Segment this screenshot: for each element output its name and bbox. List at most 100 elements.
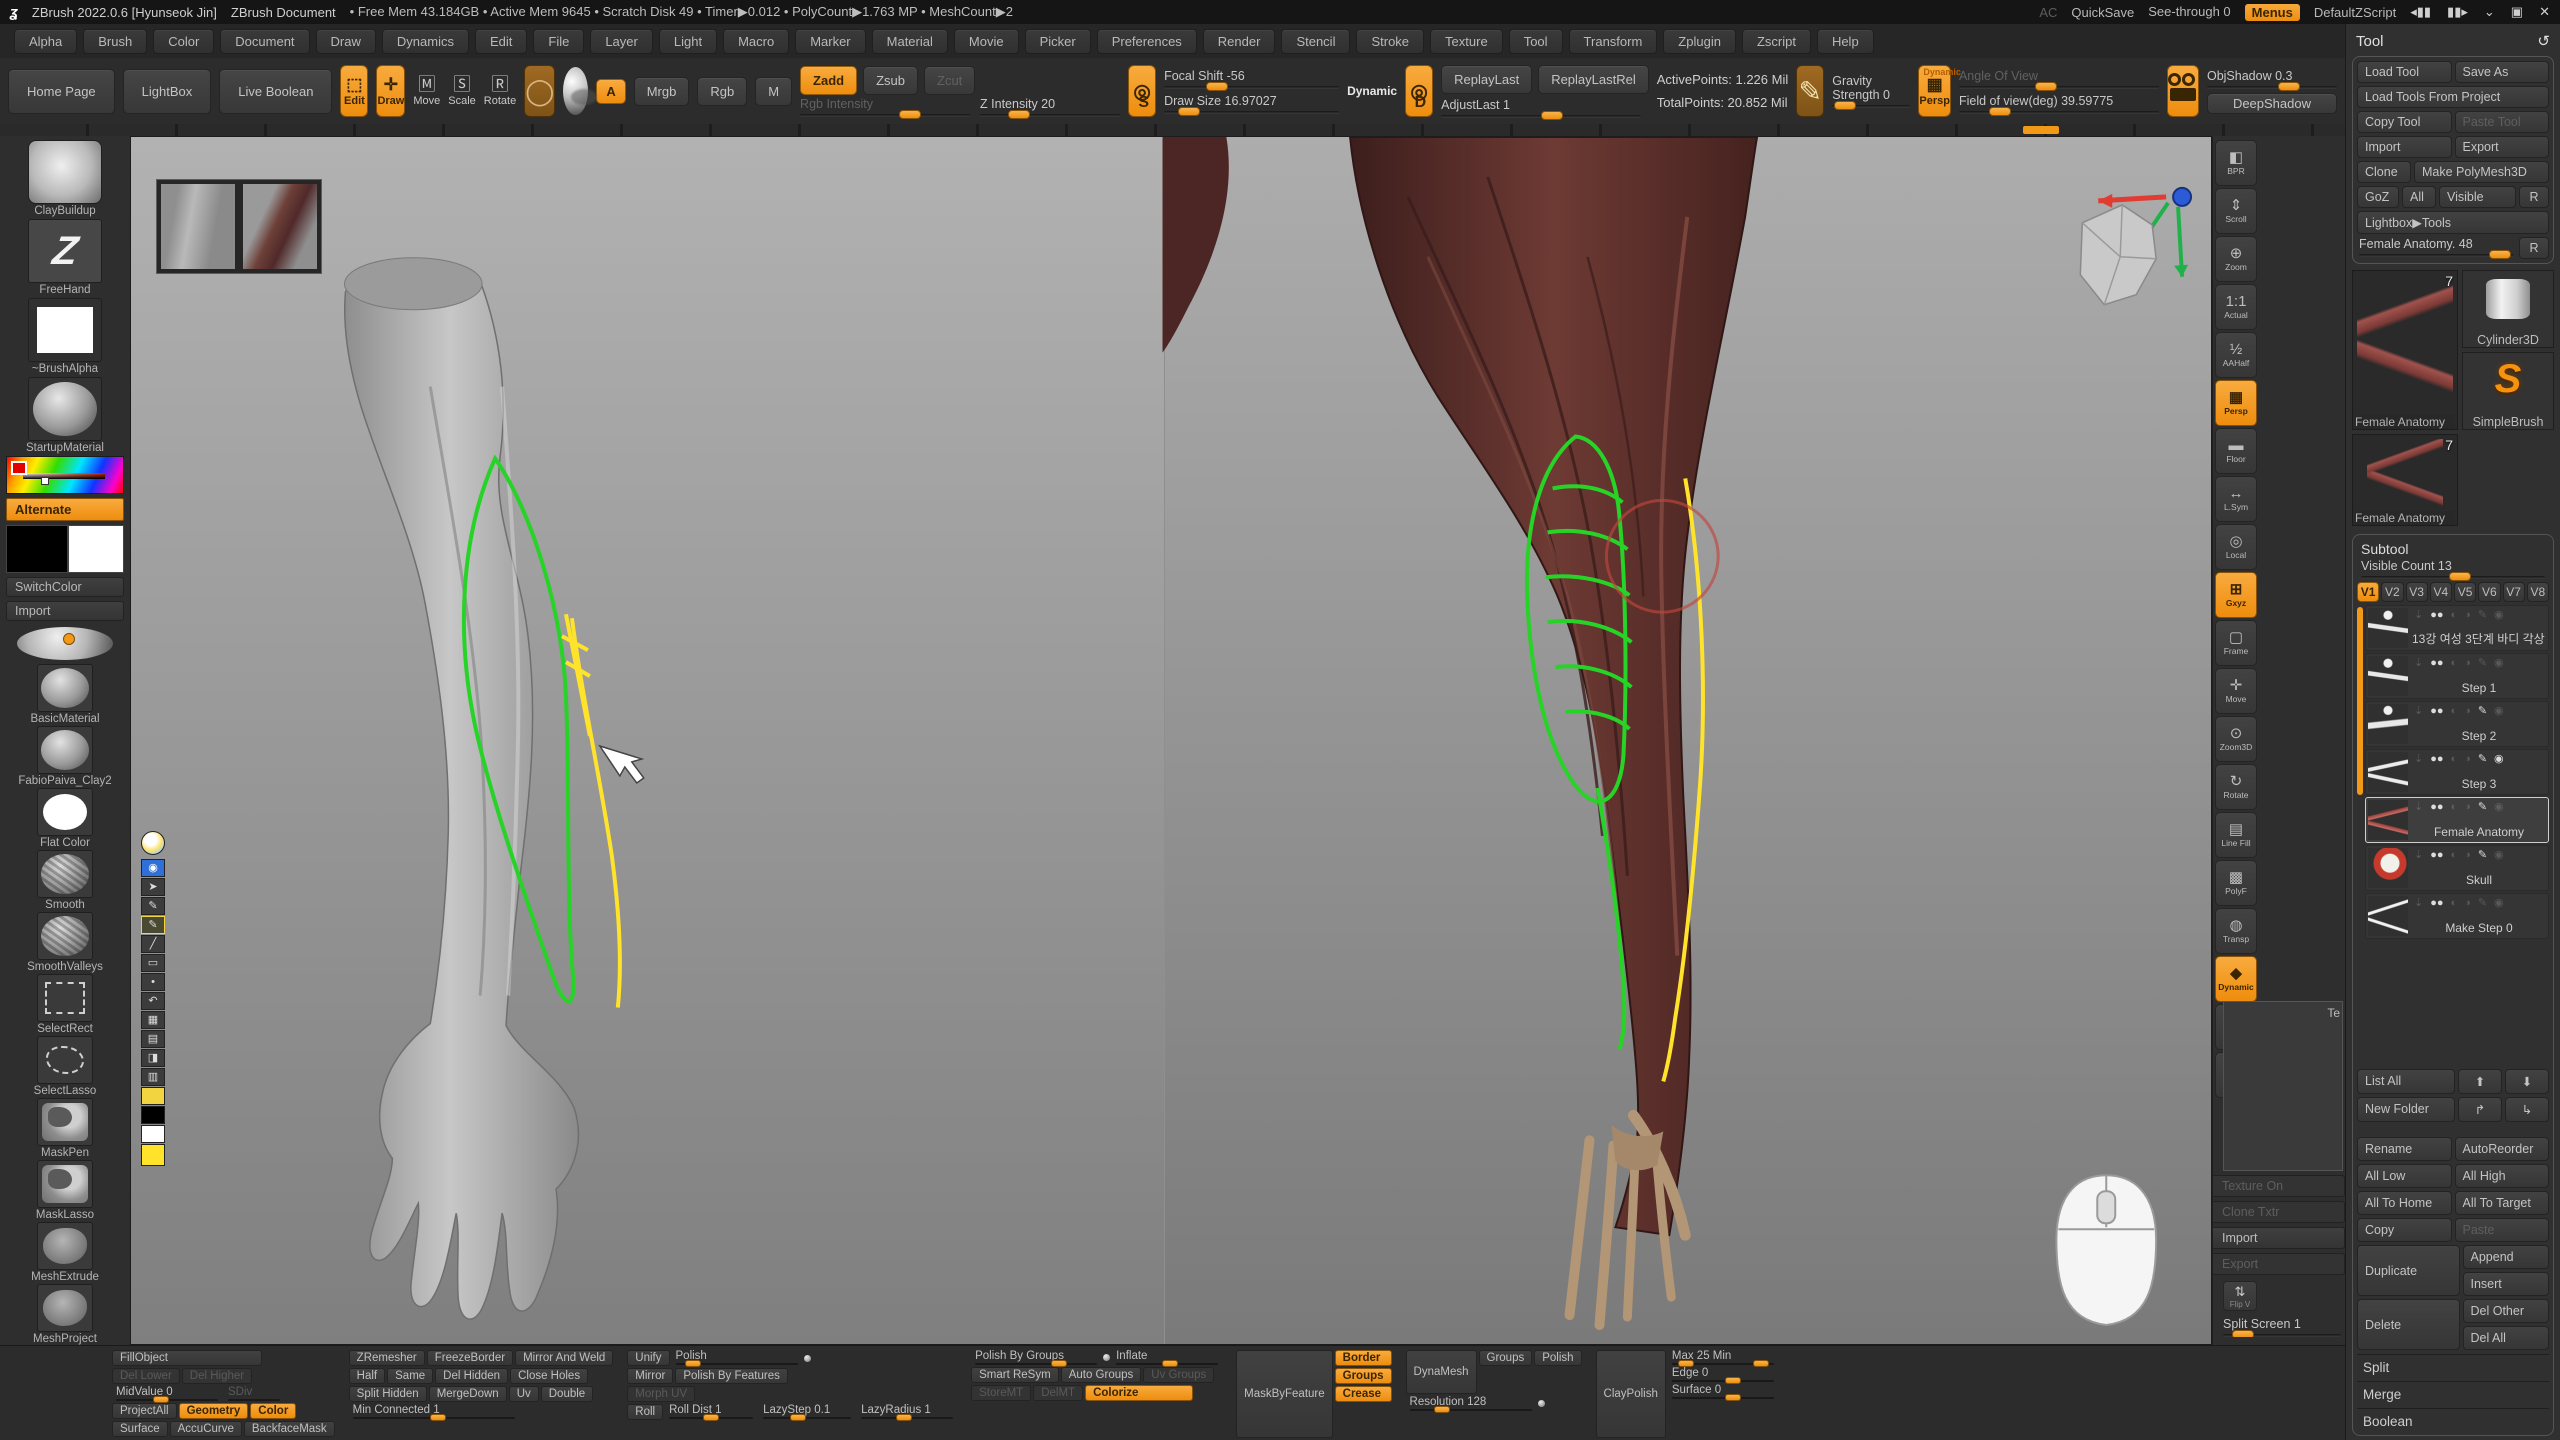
tool-import-button[interactable]: Import <box>2357 136 2452 158</box>
all-high-button[interactable]: All High <box>2455 1164 2550 1188</box>
uv-groups-button[interactable]: Uv Groups <box>1143 1367 1214 1383</box>
all-to-target-button[interactable]: All To Target <box>2455 1191 2550 1215</box>
shelf-toggle[interactable]: ↻ Rotate <box>2215 764 2257 810</box>
list-all-button[interactable]: List All <box>2357 1069 2455 1094</box>
visibility-eye-icon[interactable]: ◉ <box>2494 704 2504 717</box>
divider-left-icon[interactable]: ◂▮▮ <box>2410 4 2431 20</box>
menu-item[interactable]: Layer <box>590 29 653 54</box>
mrgb-button[interactable]: Mrgb <box>634 77 690 106</box>
boolean-section-header[interactable]: Boolean <box>2357 1408 2549 1431</box>
movie-camera-button[interactable] <box>2167 65 2199 117</box>
uv-icon[interactable]: ◐ <box>2451 897 2458 909</box>
screenshot-button[interactable]: ▤ <box>141 1030 165 1048</box>
tray-item[interactable]: SelectLasso <box>5 1036 125 1097</box>
del-other-button[interactable]: Del Other <box>2463 1299 2550 1323</box>
append-button[interactable]: Append <box>2463 1245 2550 1269</box>
shelf-toggle[interactable]: ▬ Floor <box>2215 428 2257 474</box>
merge-section-header[interactable]: Merge <box>2357 1381 2549 1404</box>
see-through-slider[interactable]: See-through 0 <box>2148 4 2230 21</box>
dynamesh-polish-button[interactable]: Polish <box>1534 1350 1581 1366</box>
version-tab[interactable]: V6 <box>2478 582 2500 602</box>
shelf-toggle[interactable]: 1:1 Actual <box>2215 284 2257 330</box>
angle-of-view-slider[interactable]: Angle Of View <box>1959 69 2159 89</box>
tray-item[interactable]: FreeHand <box>5 219 125 296</box>
tray-item[interactable]: MaskLasso <box>5 1160 125 1221</box>
board-button[interactable]: ▥ <box>141 1068 165 1086</box>
sculpt-brush-icon[interactable]: ✎ <box>2478 656 2487 669</box>
drag-handle-icon[interactable]: ⇣ <box>2414 704 2423 717</box>
displacement-icon[interactable]: ◑ <box>2464 849 2471 861</box>
crease-button[interactable]: Crease <box>1335 1386 1392 1402</box>
menu-item[interactable]: Picker <box>1025 29 1091 54</box>
tray-thumbnail[interactable] <box>28 377 102 441</box>
insert-button[interactable]: Insert <box>2463 1272 2550 1296</box>
clear-button[interactable]: ▦ <box>141 1011 165 1029</box>
goz-button[interactable]: GoZ <box>2357 186 2399 208</box>
polypaint-icon[interactable]: ●● <box>2430 753 2443 765</box>
sculpt-brush-icon[interactable]: ✎ <box>2478 800 2487 813</box>
drag-handle-icon[interactable]: ⇣ <box>2414 752 2423 765</box>
tool-export-button[interactable]: Export <box>2455 136 2550 158</box>
polypaint-icon[interactable]: ●● <box>2430 657 2443 669</box>
fov-slider[interactable]: Field of view(deg) 39.59775 <box>1959 94 2159 114</box>
project-all-button[interactable]: ProjectAll <box>112 1403 177 1419</box>
uv-icon[interactable]: ◐ <box>2451 657 2458 669</box>
split-screen-slider[interactable]: Split Screen 1 <box>2223 1317 2341 1337</box>
shelf-toggle[interactable]: ◧ BPR <box>2215 140 2257 186</box>
double-button[interactable]: Double <box>541 1386 593 1402</box>
m-button[interactable]: M <box>755 77 792 106</box>
tray-item[interactable]: Flat Color <box>5 788 125 849</box>
menu-item[interactable]: Material <box>872 29 948 54</box>
tray-thumbnail[interactable] <box>37 788 93 836</box>
del-all-button[interactable]: Del All <box>2463 1326 2550 1350</box>
morph-uv-button[interactable]: Morph UV <box>627 1386 695 1402</box>
menu-item[interactable]: Transform <box>1569 29 1658 54</box>
menu-item[interactable]: Document <box>220 29 309 54</box>
tray-thumbnail[interactable] <box>37 1160 93 1208</box>
storemt-button[interactable]: StoreMT <box>971 1385 1031 1401</box>
move-button[interactable]: 🄼 Move <box>413 65 440 117</box>
focal-shift-slider[interactable]: Focal Shift -56 <box>1164 69 1339 89</box>
uv-icon[interactable]: ◐ <box>2451 609 2458 621</box>
edit-button[interactable]: ⬚ Edit <box>340 65 368 117</box>
version-tab[interactable]: V7 <box>2503 582 2525 602</box>
menu-item[interactable]: Macro <box>723 29 789 54</box>
menu-item[interactable]: Color <box>153 29 214 54</box>
geometry-button[interactable]: Geometry <box>179 1403 249 1419</box>
persp-button[interactable]: Dynamic ▦ Persp <box>1918 65 1951 117</box>
version-tab[interactable]: V1 <box>2357 582 2379 602</box>
tray-item[interactable]: StartupMaterial <box>5 377 125 454</box>
gravity-strength-slider[interactable]: Gravity Strength 0 <box>1832 74 1910 108</box>
tray-item[interactable]: MeshExtrude <box>5 1222 125 1283</box>
document-preview-thumbnail[interactable] <box>156 179 322 274</box>
default-zscript-button[interactable]: DefaultZScript <box>2314 5 2396 20</box>
goz-r-button[interactable]: R <box>2519 186 2549 208</box>
surface-slider[interactable]: Surface 0 <box>1668 1384 1778 1399</box>
duplicate-button[interactable]: Duplicate <box>2357 1245 2460 1296</box>
clone-button[interactable]: Clone <box>2357 161 2411 183</box>
menu-item[interactable]: Dynamics <box>382 29 469 54</box>
tray-thumbnail[interactable] <box>37 1284 93 1332</box>
displacement-icon[interactable]: ◑ <box>2464 609 2471 621</box>
delete-button[interactable]: Delete <box>2357 1299 2460 1350</box>
version-tab[interactable]: V8 <box>2527 582 2549 602</box>
goz-visible-button[interactable]: Visible <box>2439 186 2516 208</box>
resolution-slider[interactable]: Resolution 128 <box>1406 1396 1536 1411</box>
live-boolean-button[interactable]: Live Boolean <box>219 69 332 114</box>
mid-value-slider[interactable]: MidValue 0 <box>112 1386 222 1401</box>
zremesher-button[interactable]: ZRemesher <box>349 1350 425 1366</box>
surface-button[interactable]: Surface <box>112 1421 168 1437</box>
auto-groups-button[interactable]: Auto Groups <box>1061 1367 1142 1383</box>
polish-slider[interactable]: Polish <box>672 1350 802 1366</box>
half-button[interactable]: Half <box>349 1368 385 1384</box>
displacement-icon[interactable]: ◑ <box>2464 897 2471 909</box>
menu-item[interactable]: Texture <box>1430 29 1503 54</box>
visible-count-slider[interactable]: Visible Count 13 <box>2357 559 2549 579</box>
tray-thumbnail[interactable] <box>28 219 102 283</box>
home-page-button[interactable]: Home Page <box>8 69 115 114</box>
roll-dist-slider[interactable]: Roll Dist 1 <box>665 1404 757 1420</box>
menu-item[interactable]: Stroke <box>1356 29 1424 54</box>
active-color-swatch[interactable] <box>141 1144 165 1166</box>
shelf-toggle[interactable]: ▤ Line Fill <box>2215 812 2257 858</box>
subtool-row[interactable]: ⇣ ●● ◐ ◑ ✎ ◉ Step 3 <box>2365 749 2549 795</box>
